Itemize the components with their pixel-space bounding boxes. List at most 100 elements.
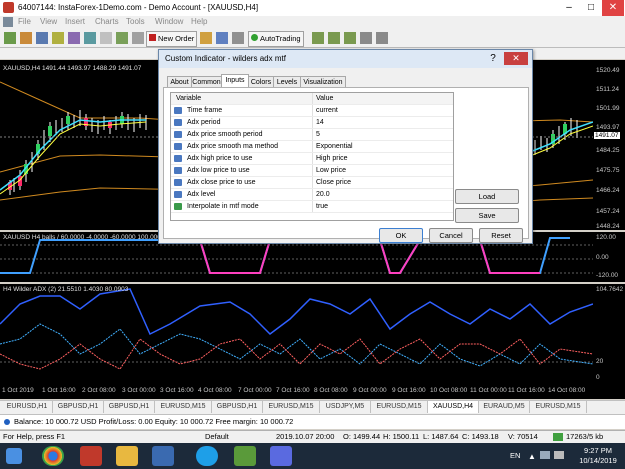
menu-file[interactable]: File bbox=[18, 17, 31, 26]
chrome-icon[interactable] bbox=[42, 446, 64, 466]
time-label: 11 Oct 00:00 bbox=[470, 387, 507, 394]
input-row[interactable]: Interpolate in mtf mode true bbox=[171, 201, 453, 213]
strategy-tester-icon[interactable] bbox=[100, 32, 112, 44]
new-chart-icon[interactable] bbox=[4, 32, 16, 44]
bar-chart-icon[interactable] bbox=[312, 32, 324, 44]
input-value[interactable]: true bbox=[312, 201, 452, 212]
media-icon[interactable] bbox=[152, 446, 174, 466]
time-label: 14 Oct 08:00 bbox=[548, 387, 586, 394]
column-value: Value bbox=[312, 93, 452, 104]
input-value[interactable]: Exponential bbox=[312, 141, 452, 152]
input-row[interactable]: Adx level 20.0 bbox=[171, 189, 453, 201]
notes-icon[interactable] bbox=[234, 446, 256, 466]
symbol-tab[interactable]: EURUSD,H1 bbox=[2, 401, 53, 413]
menu-charts[interactable]: Charts bbox=[95, 17, 119, 26]
input-row[interactable]: Adx price smooth ma method Exponential bbox=[171, 141, 453, 153]
menu-tools[interactable]: Tools bbox=[126, 17, 145, 26]
cancel-button[interactable]: Cancel bbox=[429, 228, 473, 243]
inputs-grid: Variable Value Time frame current Adx pe… bbox=[170, 92, 454, 221]
skype-icon[interactable] bbox=[196, 446, 218, 466]
account-summary: Balance: 10 000.72 USD Profit/Loss: 0.00… bbox=[14, 417, 294, 426]
new-order-button[interactable]: New Order bbox=[146, 31, 198, 47]
app-icon[interactable] bbox=[80, 446, 102, 466]
autotrading-button[interactable]: AutoTrading bbox=[248, 31, 304, 47]
input-value[interactable]: 20.0 bbox=[312, 189, 452, 200]
volume-icon[interactable] bbox=[554, 451, 564, 459]
file-explorer-icon[interactable] bbox=[116, 446, 138, 466]
zoom-out-icon[interactable] bbox=[376, 32, 388, 44]
dialog-close-button[interactable]: ✕ bbox=[504, 52, 528, 65]
line-chart-icon[interactable] bbox=[344, 32, 356, 44]
minimize-button[interactable]: – bbox=[558, 0, 580, 16]
adx-chart[interactable]: H4 Wilder ADX (2) 21.5510 1.4030 80.0903 bbox=[0, 284, 594, 384]
symbol-tab[interactable]: EURAUD,M5 bbox=[479, 401, 530, 413]
input-row[interactable]: Adx high price to use High price bbox=[171, 153, 453, 165]
reset-button[interactable]: Reset bbox=[479, 228, 523, 243]
symbol-tab[interactable]: GBPUSD,H1 bbox=[212, 401, 263, 413]
market-watch-icon[interactable] bbox=[36, 32, 48, 44]
input-variable: Adx low price to use bbox=[187, 167, 250, 174]
indicator-dialog: Custom Indicator - wilders adx mtf ? ✕ A… bbox=[158, 49, 533, 244]
close-button[interactable]: ✕ bbox=[602, 0, 624, 16]
clock-time[interactable]: 9:27 PM bbox=[575, 446, 621, 455]
network-icon[interactable] bbox=[540, 451, 550, 459]
input-variable: Time frame bbox=[187, 107, 223, 114]
data-window-icon[interactable] bbox=[52, 32, 64, 44]
symbol-tab[interactable]: GBPUSD,H1 bbox=[104, 401, 155, 413]
tab-inputs[interactable]: Inputs bbox=[221, 74, 249, 88]
zoom-in-icon[interactable] bbox=[360, 32, 372, 44]
symbol-tab[interactable]: EURUSD,M15 bbox=[263, 401, 320, 413]
price-label: 1511.24 bbox=[596, 86, 620, 93]
input-value[interactable]: High price bbox=[312, 153, 452, 164]
options-icon[interactable] bbox=[232, 32, 244, 44]
menu-help[interactable]: Help bbox=[191, 17, 207, 26]
symbol-tab[interactable]: USDJPY,M5 bbox=[320, 401, 371, 413]
input-variable: Interpolate in mtf mode bbox=[187, 203, 259, 210]
terminal-icon[interactable] bbox=[84, 32, 96, 44]
price-label: 1475.75 bbox=[596, 167, 620, 174]
symbol-tab[interactable]: EURUSD,M15 bbox=[155, 401, 212, 413]
profiles-icon[interactable] bbox=[20, 32, 32, 44]
help-button[interactable]: ? bbox=[486, 52, 500, 65]
indicator-1-label: 120.00 bbox=[596, 234, 616, 241]
metatrader-icon[interactable] bbox=[270, 446, 292, 466]
input-variable: Adx price smooth ma method bbox=[187, 143, 279, 150]
menu-bar: File View Insert Charts Tools Window Hel… bbox=[0, 16, 625, 29]
load-button[interactable]: Load bbox=[455, 189, 519, 204]
input-row[interactable]: Adx period 14 bbox=[171, 117, 453, 129]
maximize-button[interactable]: □ bbox=[580, 0, 602, 16]
language-indicator[interactable]: EN bbox=[510, 451, 520, 460]
ok-button[interactable]: OK bbox=[379, 228, 423, 243]
input-value[interactable]: Low price bbox=[312, 165, 452, 176]
input-row[interactable]: Adx close price to use Close price bbox=[171, 177, 453, 189]
candlestick-icon[interactable] bbox=[328, 32, 340, 44]
input-row[interactable]: Time frame current bbox=[171, 105, 453, 117]
metaeditor-icon[interactable] bbox=[132, 32, 144, 44]
tray-icons[interactable]: ▲ bbox=[528, 452, 536, 461]
app-icon bbox=[3, 2, 14, 13]
input-value[interactable]: current bbox=[312, 105, 452, 116]
symbol-tab[interactable]: EURUSD,M15 bbox=[530, 401, 587, 413]
history-icon[interactable] bbox=[116, 32, 128, 44]
symbol-tab[interactable]: GBPUSD,H1 bbox=[53, 401, 104, 413]
menu-insert[interactable]: Insert bbox=[65, 17, 85, 26]
menu-window[interactable]: Window bbox=[155, 17, 183, 26]
adx-canvas bbox=[0, 288, 594, 370]
input-row[interactable]: Adx low price to use Low price bbox=[171, 165, 453, 177]
expert-icon[interactable] bbox=[216, 32, 228, 44]
navigator-icon[interactable] bbox=[68, 32, 80, 44]
profile-name[interactable]: Default bbox=[205, 432, 229, 441]
input-row[interactable]: Adx price smooth period 5 bbox=[171, 129, 453, 141]
input-value[interactable]: 5 bbox=[312, 129, 452, 140]
alert-icon[interactable] bbox=[200, 32, 212, 44]
clock-date[interactable]: 10/14/2019 bbox=[575, 456, 621, 465]
start-icon[interactable] bbox=[6, 448, 22, 464]
symbol-tab-active[interactable]: XAUUSD,H4 bbox=[428, 401, 479, 413]
doc-icon[interactable] bbox=[3, 17, 13, 27]
input-value[interactable]: Close price bbox=[312, 177, 452, 188]
symbol-tab[interactable]: EURUSD,M15 bbox=[371, 401, 428, 413]
save-button[interactable]: Save bbox=[455, 208, 519, 223]
menu-view[interactable]: View bbox=[40, 17, 57, 26]
input-value[interactable]: 14 bbox=[312, 117, 452, 128]
column-variable: Variable bbox=[176, 95, 202, 102]
